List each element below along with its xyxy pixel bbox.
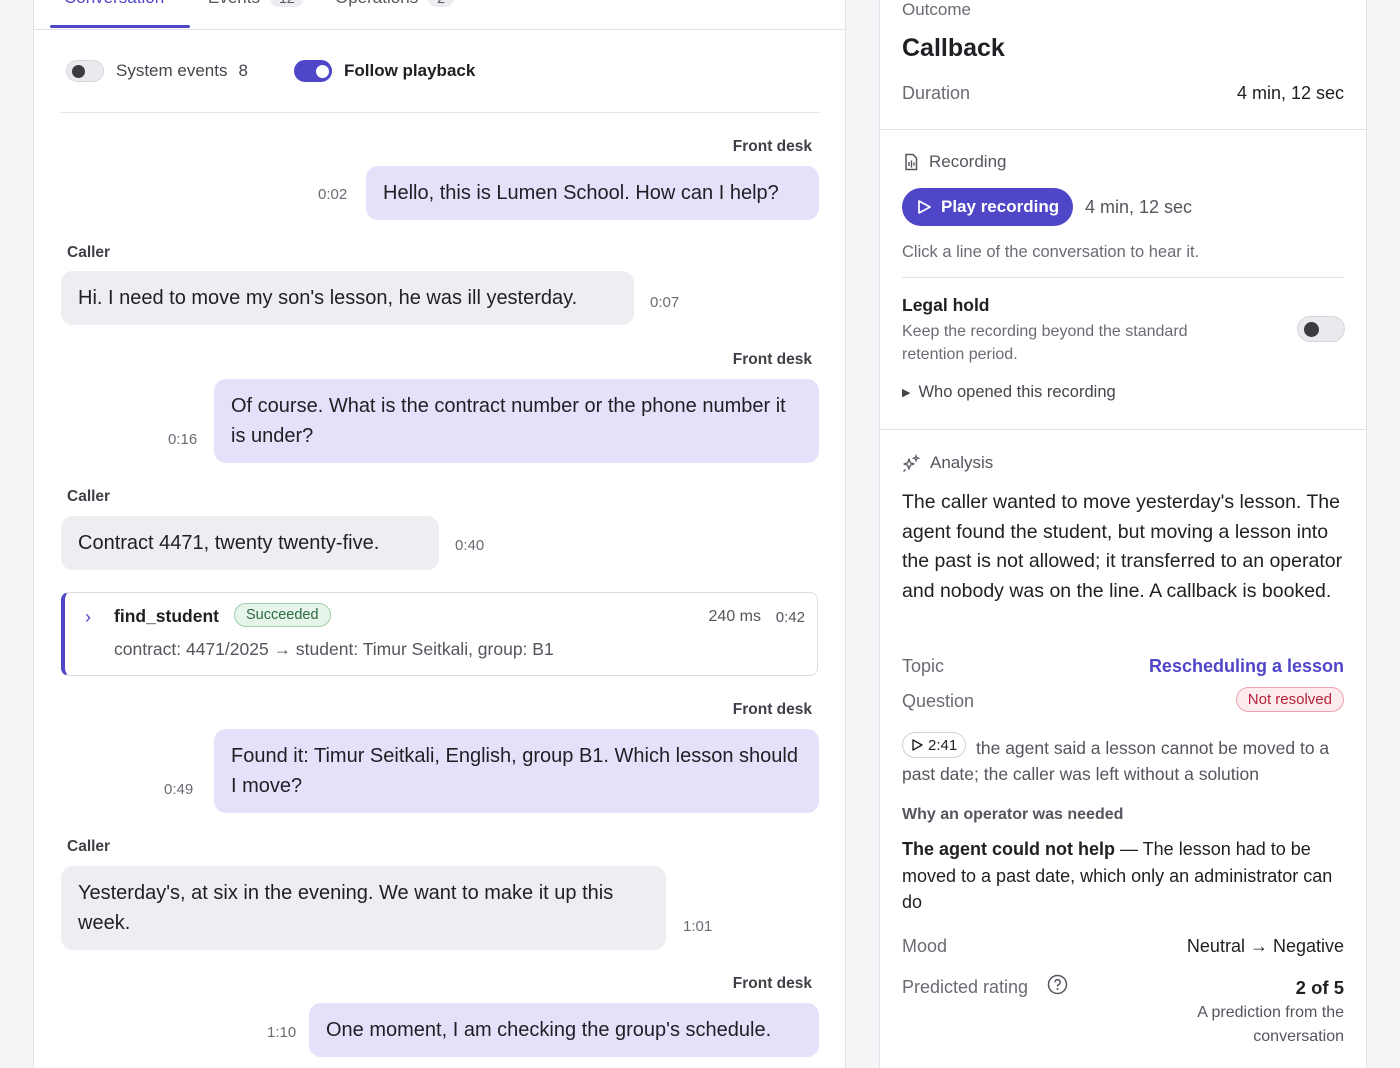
why-operator-header: Why an operator was needed [902,806,1124,823]
follow-playback-toggle[interactable] [294,60,332,82]
topic-link[interactable]: Rescheduling a lesson [1149,656,1344,677]
tab-events-count: 12 [269,0,304,7]
divider [902,277,1344,278]
tool-call-name: find_student [114,606,219,626]
message-timestamp[interactable]: 1:10 [267,1024,296,1041]
caller-message[interactable]: Contract 4471, twenty twenty-five. [61,516,439,570]
legal-hold-title: Legal hold [902,295,990,315]
tab-bar: Conversation Events 12 Operations 2 [34,0,845,30]
tab-conversation-label: Conversation [64,0,164,8]
speaker-label: Caller [67,244,111,261]
triangle-right-icon: ▶ [902,387,911,399]
legal-hold-toggle[interactable] [1297,316,1345,342]
system-events-count: 8 [238,61,248,80]
recording-section: Recording Play recording 4 min, 12 sec C… [880,130,1366,430]
chevron-right-icon[interactable]: › [85,607,91,628]
recording-length: 4 min, 12 sec [1085,197,1193,217]
recording-header-label: Recording [929,152,1007,171]
message-timestamp[interactable]: 1:01 [683,918,712,935]
toggle-knob [1304,322,1319,337]
tool-call-card[interactable]: › find_student Succeeded 240 ms 0:42 con… [61,592,818,676]
predicted-rating-note: A prediction from the conversation [1197,1004,1344,1045]
tool-call-duration: 240 ms [708,608,761,625]
message-timestamp[interactable]: 0:07 [650,294,679,311]
play-recording-label: Play recording [941,197,1060,216]
topic-label: Topic [902,656,945,676]
conversation-panel: Conversation Events 12 Operations 2 Syst… [33,0,846,1068]
message-timestamp[interactable]: 0:49 [164,781,193,798]
tool-call-detail: contract: 4471/2025 → student: Timur Sei… [114,639,554,659]
quote-text: the agent said a lesson cannot be moved … [902,738,1330,784]
speaker-label: Front desk [732,351,812,368]
mood-value: Neutral → Negative [1186,936,1344,956]
play-icon [918,200,931,214]
details-panel: Outcome Callback Duration 4 min, 12 sec … [879,0,1367,1068]
agent-message[interactable]: Found it: Timur Seitkali, English, group… [214,729,819,813]
tab-operations-label: Operations [335,0,418,8]
who-opened-disclosure[interactable]: ▶ Who opened this recording [902,383,1116,402]
duration-value: 4 min, 12 sec [1236,83,1344,103]
active-tab-indicator [50,25,190,28]
speaker-label: Front desk [732,975,812,992]
duration-label: Duration [902,83,971,103]
message-timestamp[interactable]: 0:16 [168,431,197,448]
speaker-label: Caller [67,838,111,855]
tab-operations[interactable]: Operations 2 [335,0,454,8]
system-events-label: System events [116,61,228,80]
analysis-header-label: Analysis [930,453,994,472]
tab-operations-count: 2 [428,0,454,7]
outcome-label: Outcome [902,0,971,19]
message-timestamp[interactable]: 0:40 [455,537,484,554]
sparkles-icon [903,453,921,472]
recording-file-icon [905,153,918,171]
mood-label: Mood [902,936,948,956]
system-events-toggle-row: System events 8 [66,60,248,82]
speaker-label: Front desk [732,701,812,718]
why-operator-bold: The agent could not help [902,839,1115,859]
agent-message[interactable]: One moment, I am checking the group's sc… [309,1003,819,1057]
who-opened-label: Who opened this recording [918,383,1116,401]
why-operator-text: The agent could not help — The lesson ha… [902,836,1342,916]
recording-header: Recording [902,152,1007,172]
toggle-knob [72,65,85,78]
recording-hint: Click a line of the conversation to hear… [902,243,1200,261]
caller-message[interactable]: Hi. I need to move my son's lesson, he w… [61,271,634,325]
divider [61,112,819,113]
toggle-knob [316,65,329,78]
legal-hold-description: Keep the recording beyond the standard r… [902,323,1188,363]
follow-playback-toggle-row: Follow playback [294,60,475,82]
play-recording-button[interactable]: Play recording [902,188,1074,226]
tab-events[interactable]: Events 12 [208,0,304,8]
follow-playback-label: Follow playback [344,61,476,80]
agent-message[interactable]: Of course. What is the contract number o… [214,379,819,463]
tool-call-time: 0:42 [775,609,805,626]
question-label: Question [902,691,975,711]
question-status-badge: Not resolved [1235,687,1344,712]
caller-message[interactable]: Yesterday's, at six in the evening. We w… [61,866,666,950]
agent-message[interactable]: Hello, this is Lumen School. How can I h… [366,166,819,220]
predicted-rating-value: 2 of 5 [1295,977,1344,998]
message-timestamp[interactable]: 0:02 [318,186,347,203]
analysis-summary: The caller wanted to move yesterday's le… [902,491,1343,602]
tab-events-label: Events [208,0,260,8]
system-events-toggle[interactable] [66,60,104,82]
tab-conversation[interactable]: Conversation [64,0,164,8]
speaker-label: Front desk [732,138,812,155]
outcome-section: Outcome Callback Duration 4 min, 12 sec [880,0,1366,130]
help-icon[interactable] [1047,974,1068,995]
predicted-rating-label: Predicted rating [902,977,1029,997]
outcome-value: Callback [902,34,1005,62]
speaker-label: Caller [67,488,111,505]
analysis-header: Analysis [902,453,993,473]
tool-status-badge: Succeeded [234,603,331,627]
